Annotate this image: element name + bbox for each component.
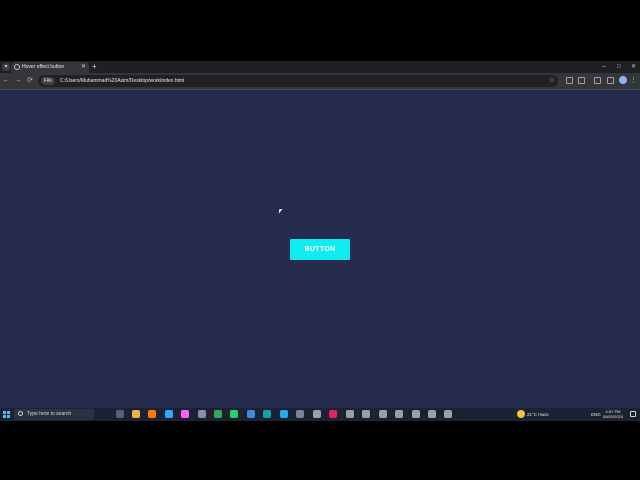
tab-close-icon[interactable]: ✕ [81,63,86,72]
address-bar[interactable]: File C:/Users/Muhammad%20Asim/Desktop/wo… [38,75,558,87]
hover-effect-button[interactable]: BUTTON [290,239,350,260]
app-icon-4[interactable] [329,410,337,418]
app-icon-3[interactable] [313,410,321,418]
letterbox-bottom [0,421,640,480]
extension-icon[interactable] [566,77,573,84]
side-panel-icon[interactable] [607,77,614,84]
minimize-button[interactable]: – [602,62,605,72]
app-icon-2[interactable] [247,410,255,418]
taskbar-search[interactable]: Type here to search [14,409,94,420]
chrome-profile-icon[interactable] [379,410,387,418]
back-button[interactable]: ← [1,76,11,86]
vscode-icon[interactable] [280,410,288,418]
search-placeholder: Type here to search [27,411,72,417]
xd-icon[interactable] [181,410,189,418]
weather-icon[interactable] [517,410,525,418]
windows-start-icon[interactable] [3,411,10,418]
site-info-chip[interactable]: File [41,77,56,85]
whatsapp-icon[interactable] [230,410,238,418]
clock-date: 05/02/2024 [602,414,624,419]
app-icon[interactable] [198,410,206,418]
weather-text[interactable]: 21°C Haze [527,408,549,421]
browser-tab[interactable]: Hover effect button ✕ [11,62,89,73]
tab-search-icon[interactable]: ▾ [2,63,10,71]
edge-icon[interactable] [263,410,271,418]
new-tab-button[interactable]: + [92,62,97,72]
tab-title: Hover effect button [22,64,65,70]
profile-avatar[interactable] [619,76,627,84]
chrome-profile-icon[interactable] [444,410,452,418]
page-viewport: BUTTON [0,90,640,408]
search-icon [18,411,23,416]
chrome-profile-icon[interactable] [395,410,403,418]
bookmark-star-icon[interactable]: ☆ [549,75,555,87]
notification-icon[interactable] [630,411,636,417]
extensions-puzzle-icon[interactable] [578,77,585,84]
illustrator-icon[interactable] [148,410,156,418]
task-view-icon[interactable] [116,410,124,418]
forward-button[interactable]: → [13,76,23,86]
letterbox-top [0,0,640,61]
chrome-profile-icon[interactable] [412,410,420,418]
media-icon[interactable] [594,77,601,84]
taskbar-clock[interactable]: 4:57 PM 05/02/2024 [600,409,626,419]
browser-menu-icon[interactable]: ⋮ [630,75,637,87]
photoshop-icon[interactable] [165,410,173,418]
close-window-button[interactable]: ✕ [631,62,636,72]
mouse-cursor-icon [278,209,285,214]
globe-icon [14,64,20,70]
chrome-profile-icon[interactable] [346,410,354,418]
file-explorer-icon[interactable] [132,410,140,418]
url-text[interactable]: C:/Users/Muhammad%20Asim/Desktop/work/in… [60,75,184,87]
maximize-button[interactable]: □ [617,62,621,72]
chrome-icon[interactable] [214,410,222,418]
chrome-window-icon[interactable] [296,410,304,418]
chrome-profile-icon[interactable] [362,410,370,418]
chrome-profile-icon[interactable] [428,410,436,418]
reload-button[interactable]: ⟳ [25,76,35,86]
